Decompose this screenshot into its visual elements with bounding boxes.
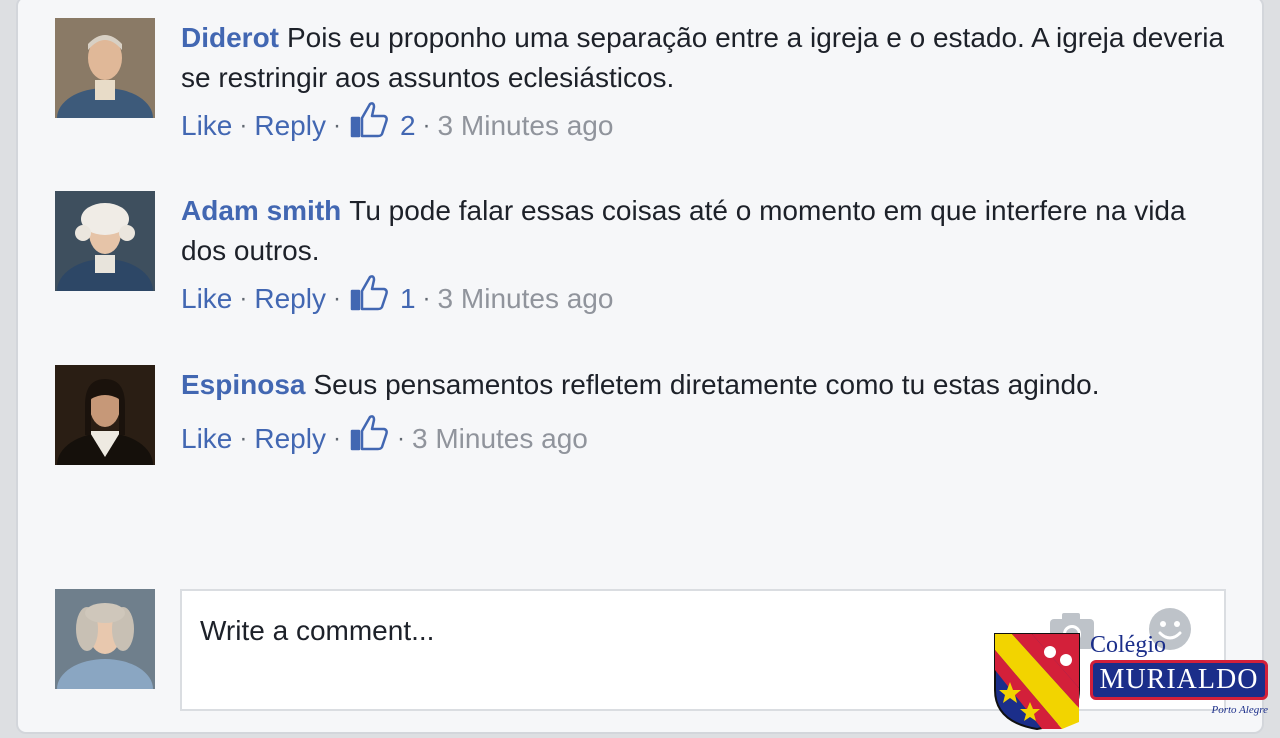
comment-author[interactable]: Espinosa	[181, 369, 305, 400]
comment-actions: Like · Reply · 1 · 3 Minutes ago	[181, 275, 1235, 321]
comment-text: Espinosa Seus pensamentos refletem direta…	[181, 365, 1235, 405]
comment-text: Diderot Pois eu proponho uma separação en…	[181, 18, 1235, 98]
reply-link[interactable]: Reply	[254, 417, 326, 461]
reply-link[interactable]: Reply	[254, 277, 326, 321]
comment-body: Seus pensamentos refletem diretamente co…	[313, 369, 1100, 400]
logo-name: MURIALDO	[1099, 664, 1259, 695]
avatar[interactable]	[55, 191, 155, 291]
comment-author[interactable]: Adam smith	[181, 195, 341, 226]
comment-actions: Like · Reply · · 3 Minutes ago	[181, 415, 1235, 461]
comment-text: Adam smith Tu pode falar essas coisas até…	[181, 191, 1235, 271]
comment-input[interactable]: Write a comment...	[200, 615, 434, 647]
like-link[interactable]: Like	[181, 277, 232, 321]
separator: ·	[239, 425, 248, 452]
timestamp[interactable]: 3 Minutes ago	[412, 417, 588, 461]
separator: ·	[422, 285, 431, 312]
thumbs-up-icon[interactable]	[348, 271, 390, 313]
thumbs-up-icon[interactable]	[348, 98, 390, 140]
school-logo: Colégio MURIALDO Porto Alegre	[992, 630, 1280, 738]
separator: ·	[396, 425, 405, 452]
avatar[interactable]	[55, 18, 155, 118]
shield-icon	[994, 633, 1080, 730]
separator: ·	[332, 425, 341, 452]
separator: ·	[332, 112, 341, 139]
comment-author[interactable]: Diderot	[181, 22, 279, 53]
reply-link[interactable]: Reply	[254, 104, 326, 148]
like-link[interactable]: Like	[181, 417, 232, 461]
like-count: 2	[399, 110, 416, 141]
separator: ·	[332, 285, 341, 312]
comment-actions: Like · Reply · 2 · 3 Minutes ago	[181, 102, 1235, 148]
logo-line1: Colégio	[1090, 632, 1166, 658]
separator: ·	[239, 112, 248, 139]
like-count: 1	[399, 283, 416, 314]
timestamp[interactable]: 3 Minutes ago	[438, 104, 614, 148]
logo-city: Porto Alegre	[1211, 704, 1268, 716]
like-link[interactable]: Like	[181, 104, 232, 148]
avatar[interactable]	[55, 365, 155, 465]
logo-name-box: MURIALDO	[1090, 660, 1268, 700]
separator: ·	[422, 112, 431, 139]
current-user-avatar[interactable]	[55, 589, 155, 689]
comment-body: Pois eu proponho uma separação entre a i…	[181, 22, 1225, 93]
separator: ·	[239, 285, 248, 312]
timestamp[interactable]: 3 Minutes ago	[438, 277, 614, 321]
thumbs-up-icon[interactable]	[348, 411, 390, 453]
